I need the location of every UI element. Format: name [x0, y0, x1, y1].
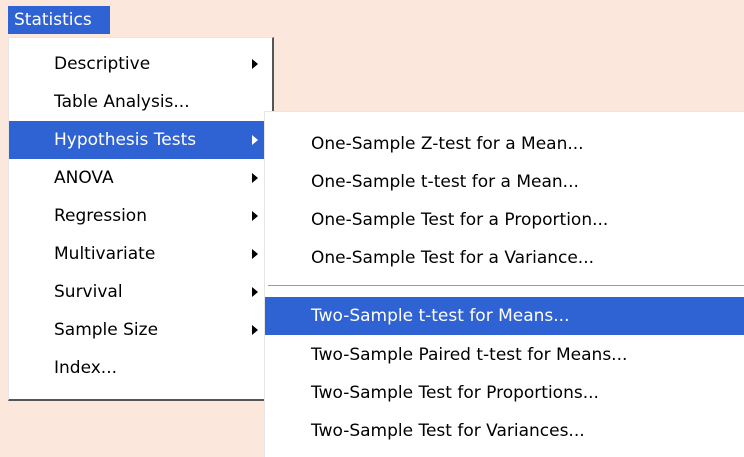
menu-item-regression[interactable]: Regression [9, 197, 272, 235]
submenu-item-label: Two-Sample Test for Variances... [311, 421, 585, 441]
menu-item-label: Multivariate [54, 244, 156, 264]
menu-item-table-analysis[interactable]: Table Analysis... [9, 83, 272, 121]
submenu-item-label: Two-Sample t-test for Means... [311, 306, 570, 326]
menu-item-descriptive[interactable]: Descriptive [9, 45, 272, 83]
submenu-arrow-icon [252, 59, 258, 69]
menu-item-hypothesis-tests[interactable]: Hypothesis Tests [9, 121, 272, 159]
menu-item-label: Index... [54, 358, 118, 378]
menu-item-label: Sample Size [54, 320, 159, 340]
menu-item-label: Hypothesis Tests [54, 130, 197, 150]
menu-item-label: Descriptive [54, 54, 151, 74]
submenu-item-two-sample-paired-t-test[interactable]: Two-Sample Paired t-test for Means... [265, 336, 744, 374]
submenu-item-label: Two-Sample Test for Proportions... [311, 383, 599, 403]
submenu-arrow-icon [252, 173, 258, 183]
submenu-item-one-sample-variance[interactable]: One-Sample Test for a Variance... [265, 239, 744, 277]
submenu-item-label: One-Sample t-test for a Mean... [311, 172, 579, 192]
menu-item-sample-size[interactable]: Sample Size [9, 311, 272, 349]
submenu-arrow-icon [252, 325, 258, 335]
statistics-menu: Descriptive Table Analysis... Hypothesis… [8, 37, 274, 401]
submenu-item-label: Two-Sample Paired t-test for Means... [311, 345, 628, 365]
submenu-arrow-icon [252, 211, 258, 221]
menu-statistics[interactable]: Statistics [8, 6, 110, 34]
menu-item-index[interactable]: Index... [9, 349, 272, 387]
submenu-item-two-sample-proportions[interactable]: Two-Sample Test for Proportions... [265, 374, 744, 412]
menu-item-label: Regression [54, 206, 147, 226]
menu-item-label: Table Analysis... [54, 92, 190, 112]
menu-item-anova[interactable]: ANOVA [9, 159, 272, 197]
submenu-item-label: One-Sample Test for a Proportion... [311, 210, 609, 230]
submenu-item-two-sample-variances[interactable]: Two-Sample Test for Variances... [265, 412, 744, 450]
submenu-item-label: One-Sample Z-test for a Mean... [311, 134, 584, 154]
menu-item-label: Survival [54, 282, 123, 302]
menu-item-label: ANOVA [54, 168, 114, 188]
submenu-arrow-icon [252, 249, 258, 259]
submenu-arrow-icon [252, 287, 258, 297]
submenu-item-one-sample-t-test[interactable]: One-Sample t-test for a Mean... [265, 163, 744, 201]
submenu-arrow-icon [252, 135, 258, 145]
hypothesis-tests-submenu: One-Sample Z-test for a Mean... One-Samp… [264, 111, 744, 457]
submenu-item-one-sample-proportion[interactable]: One-Sample Test for a Proportion... [265, 201, 744, 239]
menu-item-survival[interactable]: Survival [9, 273, 272, 311]
submenu-item-label: One-Sample Test for a Variance... [311, 248, 595, 268]
menu-item-multivariate[interactable]: Multivariate [9, 235, 272, 273]
submenu-item-one-sample-z-test[interactable]: One-Sample Z-test for a Mean... [265, 125, 744, 163]
submenu-item-two-sample-t-test[interactable]: Two-Sample t-test for Means... [265, 297, 744, 335]
menu-separator [268, 285, 744, 287]
